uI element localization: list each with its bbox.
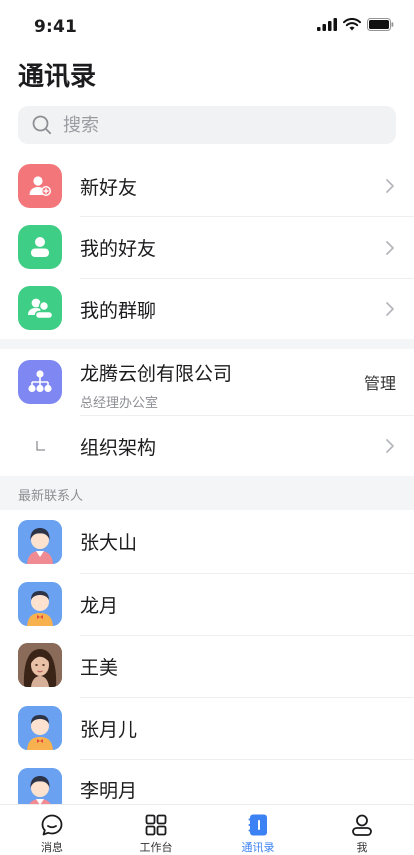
status-icons: [317, 18, 394, 31]
tab-label: 我: [356, 841, 368, 854]
org-structure-label: 组织架构: [80, 436, 157, 459]
my-friends-label: 我的好友: [80, 238, 157, 260]
person-icon: [352, 814, 372, 836]
contact-row[interactable]: 李明月: [0, 760, 414, 804]
contact-row[interactable]: 张月儿: [0, 698, 414, 759]
avatar: [18, 768, 62, 804]
recent-contacts-header: 最新联系人: [0, 476, 414, 510]
group-chat-icon: [18, 286, 62, 330]
avatar: [18, 706, 62, 750]
my-group-chats-label: 我的群聊: [80, 299, 157, 322]
status-time: 9:41: [34, 17, 78, 37]
contact-name: 李明月: [80, 780, 138, 802]
contact-name: 张大山: [80, 532, 138, 554]
avatar: [18, 643, 62, 687]
page-title: 通讯录: [18, 62, 97, 92]
wifi-icon: [343, 18, 361, 31]
tab-label: 消息: [41, 841, 63, 854]
tab-label: 通讯录: [241, 841, 275, 854]
section-gap: [0, 339, 414, 349]
tree-branch-icon: [36, 441, 45, 451]
chat-bubble-icon: [41, 814, 63, 836]
status-bar: 9:41: [0, 0, 414, 52]
org-structure-row[interactable]: 组织架构: [0, 416, 414, 476]
chevron-right-icon: [386, 240, 394, 255]
tab-workbench[interactable]: 工作台: [126, 813, 186, 855]
contact-name: 王美: [80, 657, 119, 679]
tab-messages[interactable]: 消息: [22, 813, 82, 855]
search-icon: [31, 114, 53, 136]
company-name: 龙腾云创有限公司: [80, 363, 233, 385]
grid-icon: [145, 814, 167, 836]
contact-row[interactable]: 龙月: [0, 574, 414, 635]
battery-icon: [367, 18, 394, 31]
contact-name: 龙月: [80, 595, 119, 617]
search-bar[interactable]: [18, 106, 396, 144]
my-friends-row[interactable]: 我的好友: [0, 217, 414, 278]
tab-contacts[interactable]: 通讯录: [228, 813, 288, 855]
new-friend-icon: [18, 164, 62, 208]
company-department: 总经理办公室: [80, 396, 159, 411]
chevron-right-icon: [386, 302, 394, 316]
chevron-right-icon: [386, 439, 394, 453]
avatar: [18, 520, 62, 564]
org-tree-icon: [18, 360, 62, 404]
tab-me[interactable]: 我: [332, 813, 392, 855]
tab-label: 工作台: [139, 841, 173, 854]
chevron-right-icon: [386, 179, 394, 193]
contacts-book-icon: [248, 814, 267, 836]
tab-bar: 消息 工作台 通讯录 我: [0, 804, 414, 854]
new-friends-label: 新好友: [80, 176, 138, 199]
manage-button[interactable]: 管理: [364, 370, 396, 394]
my-group-chats-row[interactable]: 我的群聊: [0, 279, 414, 339]
search-input[interactable]: [61, 113, 385, 137]
company-row[interactable]: 龙腾云创有限公司 总经理办公室 管理: [0, 349, 414, 415]
avatar: [18, 582, 62, 626]
cellular-signal-icon: [317, 18, 337, 31]
contact-row[interactable]: 王美: [0, 636, 414, 697]
new-friends-row[interactable]: 新好友: [0, 156, 414, 216]
contact-row[interactable]: 张大山: [0, 510, 414, 573]
friends-icon: [18, 225, 62, 269]
contact-name: 张月儿: [80, 719, 138, 741]
recent-contacts-title: 最新联系人: [18, 489, 84, 504]
